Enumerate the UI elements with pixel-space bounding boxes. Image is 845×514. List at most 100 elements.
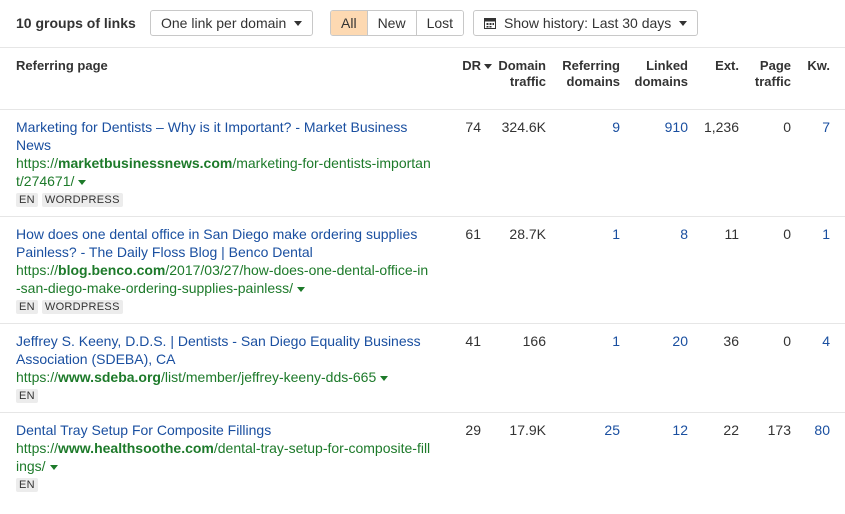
chevron-down-icon[interactable] xyxy=(297,286,306,292)
calendar-icon xyxy=(484,18,496,29)
page-title-line2: News xyxy=(16,137,52,153)
page-url-link[interactable]: https://www.healthsoothe.com/dental-tray… xyxy=(16,439,448,475)
page-title-line2: Painless? - The Daily Floss Blog | Benco… xyxy=(16,244,313,260)
url-prefix: https:// xyxy=(16,262,59,278)
tag-list: EN WORDPRESS xyxy=(16,300,448,314)
ext-value: 1,236 xyxy=(703,119,739,135)
column-header-linked-domains-line2: domains xyxy=(634,74,688,89)
referring-domains-link[interactable]: 25 xyxy=(552,421,620,439)
toolbar: 10 groups of links xyxy=(16,10,136,36)
url-path-cont: t/274671/ xyxy=(16,173,75,189)
ext-value: 11 xyxy=(724,226,739,242)
linked-domains-link[interactable]: 8 xyxy=(628,225,688,243)
chevron-down-icon xyxy=(294,20,303,26)
url-domain: blog.benco.com xyxy=(58,262,166,278)
chevron-down-icon xyxy=(679,20,688,26)
column-header-linked-domains-line1: Linked xyxy=(646,58,688,73)
dr-value: 41 xyxy=(465,333,481,349)
page-title-link[interactable]: Marketing for Dentists – Why is it Impor… xyxy=(16,118,448,154)
column-header-referring-domains-line1: Referring xyxy=(562,58,620,73)
linked-domains-link[interactable]: 12 xyxy=(628,421,688,439)
divider xyxy=(0,323,845,324)
column-header-domain-traffic-line1: Domain xyxy=(498,58,546,73)
divider xyxy=(0,412,845,413)
page-title-line1: Marketing for Dentists – Why is it Impor… xyxy=(16,119,408,135)
divider xyxy=(0,47,845,48)
keywords-link[interactable]: 7 xyxy=(798,118,830,136)
referring-page-cell: Jeffrey S. Keeny, D.D.S. | Dentists - Sa… xyxy=(16,332,448,403)
referring-domains-link[interactable]: 1 xyxy=(552,332,620,350)
keywords-link[interactable]: 1 xyxy=(798,225,830,243)
page-traffic-value: 173 xyxy=(767,422,791,438)
language-tag: EN xyxy=(16,389,38,403)
url-domain: marketbusinessnews.com xyxy=(58,155,233,171)
language-tag: EN xyxy=(16,193,38,207)
referring-domains-link[interactable]: 1 xyxy=(552,225,620,243)
url-path-cont: ings/ xyxy=(16,458,46,474)
link-mode-label: One link per domain xyxy=(161,15,287,31)
keywords-link[interactable]: 4 xyxy=(798,332,830,350)
history-label: Show history: Last 30 days xyxy=(504,15,672,31)
keywords-link[interactable]: 80 xyxy=(798,421,830,439)
url-path: /marketing-for-dentists-importan xyxy=(232,155,431,171)
column-header-page-traffic-line1: Page xyxy=(759,58,791,73)
domain-traffic-value: 28.7K xyxy=(509,226,546,242)
language-tag: EN xyxy=(16,478,38,492)
page-title-link[interactable]: Dental Tray Setup For Composite Fillings xyxy=(16,421,448,439)
url-domain: www.sdeba.org xyxy=(58,369,161,385)
column-header-kw[interactable]: Kw. xyxy=(798,58,830,74)
domain-traffic-value: 17.9K xyxy=(509,422,546,438)
chevron-down-icon[interactable] xyxy=(78,179,87,185)
tag-list: EN WORDPRESS xyxy=(16,193,448,207)
page-title-link[interactable]: How does one dental office in San Diego … xyxy=(16,225,448,261)
column-header-ext[interactable]: Ext. xyxy=(700,58,739,74)
history-dropdown[interactable]: Show history: Last 30 days xyxy=(473,10,699,36)
tag-list: EN xyxy=(16,389,448,403)
page-title-line1: How does one dental office in San Diego … xyxy=(16,226,418,242)
column-header-referring-page[interactable]: Referring page xyxy=(16,58,108,74)
url-domain: www.healthsoothe.com xyxy=(58,440,214,456)
url-prefix: https:// xyxy=(16,155,59,171)
ext-value: 36 xyxy=(723,333,739,349)
domain-traffic-value: 166 xyxy=(522,333,546,349)
dr-value: 29 xyxy=(465,422,481,438)
page-url-link[interactable]: https://www.sdeba.org/list/member/jeffre… xyxy=(16,368,448,386)
ext-value: 22 xyxy=(723,422,739,438)
column-header-page-traffic[interactable]: Page traffic xyxy=(747,58,791,90)
referring-page-cell: Marketing for Dentists – Why is it Impor… xyxy=(16,118,448,207)
page-url-link[interactable]: https://marketbusinessnews.com/marketing… xyxy=(16,154,448,190)
column-header-dr[interactable]: DR xyxy=(450,58,492,74)
page-url-link[interactable]: https://blog.benco.com/2017/03/27/how-do… xyxy=(16,261,448,297)
referring-page-cell: How does one dental office in San Diego … xyxy=(16,225,448,314)
link-mode-dropdown[interactable]: One link per domain xyxy=(150,10,314,36)
page-title-line2: Association (SDEBA), CA xyxy=(16,351,176,367)
page-traffic-value: 0 xyxy=(783,119,791,135)
filter-new-button[interactable]: New xyxy=(367,11,417,35)
tag-list: EN xyxy=(16,478,448,492)
chevron-down-icon[interactable] xyxy=(380,375,389,381)
platform-tag: WORDPRESS xyxy=(41,300,123,314)
divider xyxy=(0,109,845,110)
chevron-down-icon[interactable] xyxy=(49,464,58,470)
url-path: /list/member/jeffrey-keeny-dds-665 xyxy=(160,369,377,385)
filter-segmented-control: All New Lost xyxy=(330,10,465,36)
linked-domains-link[interactable]: 20 xyxy=(628,332,688,350)
domain-traffic-value: 324.6K xyxy=(501,119,546,135)
filter-lost-button[interactable]: Lost xyxy=(416,11,464,35)
url-path: /dental-tray-setup-for-composite-fill xyxy=(213,440,431,456)
column-header-domain-traffic[interactable]: Domain traffic xyxy=(490,58,546,90)
page-title-line1: Jeffrey S. Keeny, D.D.S. | Dentists - Sa… xyxy=(16,333,421,349)
linked-domains-link[interactable]: 910 xyxy=(628,118,688,136)
url-prefix: https:// xyxy=(16,369,59,385)
column-header-referring-domains-line2: domains xyxy=(566,74,620,89)
url-prefix: https:// xyxy=(16,440,59,456)
page-title-link[interactable]: Jeffrey S. Keeny, D.D.S. | Dentists - Sa… xyxy=(16,332,448,368)
dr-value: 61 xyxy=(465,226,481,242)
column-header-dr-label: DR xyxy=(462,58,481,73)
column-header-linked-domains[interactable]: Linked domains xyxy=(628,58,688,90)
column-header-page-traffic-line2: traffic xyxy=(754,74,791,89)
filter-all-button[interactable]: All xyxy=(331,11,368,35)
column-header-referring-domains[interactable]: Referring domains xyxy=(552,58,620,90)
divider xyxy=(0,216,845,217)
referring-domains-link[interactable]: 9 xyxy=(552,118,620,136)
